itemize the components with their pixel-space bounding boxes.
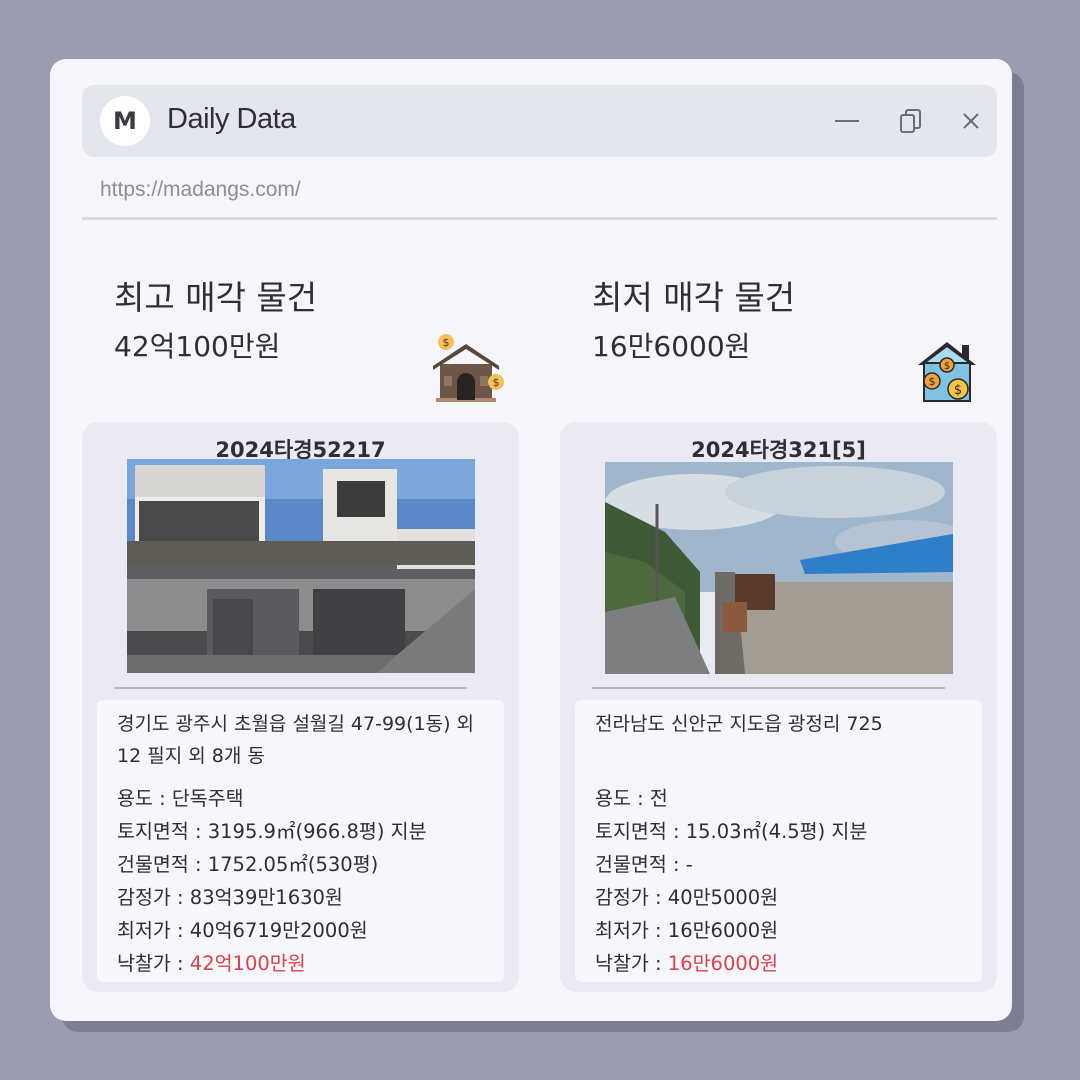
appraisal-value: 83억39만1630원 — [189, 886, 343, 909]
winning-bid-value: 42억100만원 — [189, 952, 306, 975]
lowest-amount: 16만6000원 — [592, 330, 751, 363]
appraisal-row: 감정가 : 40만5000원 — [595, 886, 779, 909]
close-icon — [963, 113, 979, 129]
minimum-price-value: 40억6719만2000원 — [189, 919, 368, 942]
restore-button[interactable] — [895, 105, 927, 137]
building-area-value: - — [685, 853, 693, 876]
svg-text:$: $ — [954, 383, 962, 398]
land-area-value: 3195.9㎡(966.8평) 지분 — [207, 820, 427, 843]
app-logo: M — [100, 96, 150, 146]
restore-icon — [900, 109, 921, 133]
app-window: M Daily Data https://madangs.com/ 최고 매각 … — [50, 59, 1012, 1021]
highest-heading: 최고 매각 물건 — [114, 278, 318, 317]
land-area-value: 15.03㎡(4.5평) 지분 — [685, 820, 868, 843]
usage-row: 용도 : 단독주택 — [117, 787, 244, 810]
house-coins-icon: $ $ $ — [918, 342, 976, 402]
url-text[interactable]: https://madangs.com/ — [100, 178, 301, 202]
lowest-heading: 최저 매각 물건 — [592, 278, 796, 317]
app-title: Daily Data — [167, 103, 296, 135]
property-photo — [127, 459, 475, 673]
land-area-row: 토지면적 : 3195.9㎡(966.8평) 지분 — [117, 820, 427, 843]
property-info: 경기도 광주시 초월읍 설월길 47-99(1동) 외 12 필지 외 8개 동… — [97, 700, 504, 982]
property-photo — [605, 462, 953, 676]
appraisal-value: 40만5000원 — [667, 886, 779, 909]
property-address: 경기도 광주시 초월읍 설월길 47-99(1동) 외 12 필지 외 8개 동 — [117, 713, 475, 767]
usage-value: 단독주택 — [171, 787, 244, 810]
minimize-icon — [835, 120, 859, 122]
building-area-row: 건물면적 : 1752.05㎡(530평) — [117, 853, 379, 876]
minimum-price-value: 16만6000원 — [667, 919, 779, 942]
lowest-card[interactable]: 2024타경321[5] 전라남도 신안군 지도읍 광정리 725 용도: 전… — [560, 422, 997, 992]
minimum-price-row: 최저가 : 40억6719만2000원 — [117, 919, 368, 942]
house-money-icon: $ $ — [433, 334, 504, 402]
title-bar: M Daily Data — [82, 85, 997, 157]
property-info: 전라남도 신안군 지도읍 광정리 725 용도 : 전 토지면적 : 15.03… — [575, 700, 982, 982]
case-number: 2024타경321[5] — [691, 438, 866, 462]
usage-row: 용도 : 전 — [595, 787, 668, 810]
card-divider — [114, 687, 467, 689]
minimum-price-row: 최저가 : 16만6000원 — [595, 919, 779, 942]
highest-amount: 42억100만원 — [114, 330, 281, 363]
winning-bid-value: 16만6000원 — [667, 952, 779, 975]
svg-text:$: $ — [443, 336, 450, 349]
winning-bid-row: 낙찰가 : 16만6000원 — [595, 952, 779, 975]
highest-card[interactable]: 2024타경52217 경기도 광주시 초월읍 설월길 47-99(1동) 외 … — [82, 422, 519, 992]
winning-bid-row: 낙찰가 : 42억100만원 — [117, 952, 306, 975]
usage-value: 전 — [649, 787, 668, 810]
svg-text:$: $ — [493, 376, 500, 389]
svg-text:$: $ — [929, 375, 936, 388]
building-area-row: 건물면적 : - — [595, 853, 693, 876]
building-area-value: 1752.05㎡(530평) — [207, 853, 379, 876]
url-divider — [82, 217, 997, 220]
minimize-button[interactable] — [831, 105, 863, 137]
svg-text:$: $ — [944, 361, 950, 372]
appraisal-row: 감정가 : 83억39만1630원 — [117, 886, 343, 909]
card-divider — [592, 687, 945, 689]
close-button[interactable] — [955, 105, 987, 137]
property-address: 전라남도 신안군 지도읍 광정리 725 — [595, 713, 883, 735]
land-area-row: 토지면적 : 15.03㎡(4.5평) 지분 — [595, 820, 868, 843]
